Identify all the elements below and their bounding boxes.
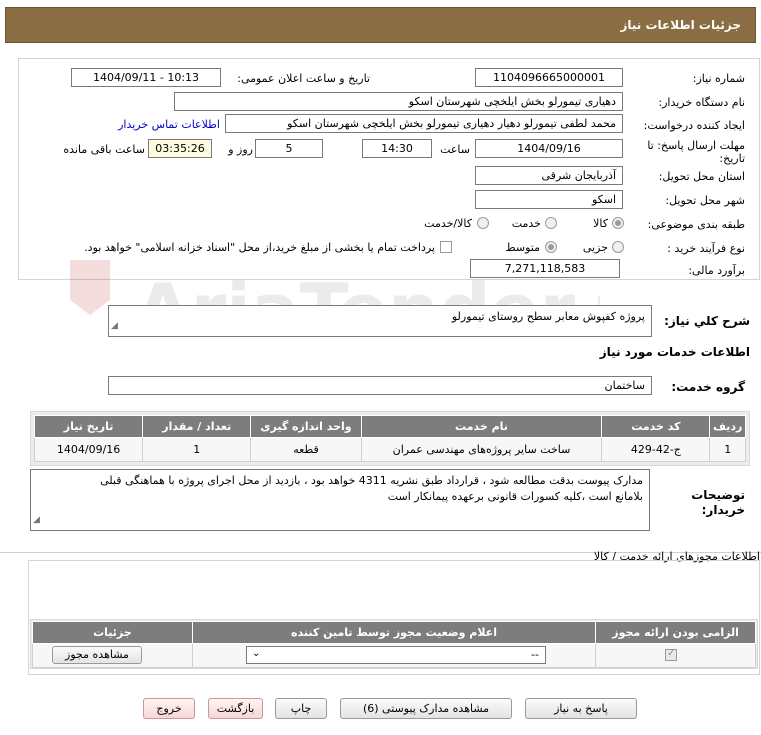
cell-name: ساخت سایر پروژه‌های مهندسی عمران: [360, 437, 603, 462]
estimate-field: 7,271,118,583: [470, 259, 620, 278]
reply-button[interactable]: پاسخ به نیاز: [525, 698, 637, 719]
cell-row: 1: [709, 437, 746, 462]
process-medium-label: متوسط: [505, 241, 540, 254]
process-label: نوع فرآیند خرید :: [667, 242, 745, 255]
buyer-notes-label-2: خریدار:: [701, 503, 745, 517]
resize-grip-icon[interactable]: ◢: [33, 512, 40, 528]
deadline-time-field: 14:30: [362, 139, 432, 158]
col-code-header: کد خدمت: [601, 415, 711, 438]
deadline-time-label: ساعت: [440, 143, 470, 156]
announce-date-field: 1404/09/11 - 10:13: [71, 68, 221, 87]
need-number-label: شماره نیاز:: [692, 72, 745, 85]
cell-date: 1404/09/16: [33, 437, 144, 462]
print-button[interactable]: چاپ: [275, 698, 327, 719]
col-name-header: نام خدمت: [360, 415, 603, 438]
col-date-header: تاریخ نیاز: [33, 415, 144, 438]
summary-textarea: پروژه کفپوش معابر سطح روستای تیمورلو ◢: [108, 305, 652, 337]
cell-unit: قطعه: [250, 437, 362, 462]
col-row-header: ردیف: [709, 415, 746, 438]
treasury-payment-note: پرداخت تمام یا بخشی از مبلغ خرید،از محل …: [84, 241, 435, 254]
chevron-down-icon: ⌄: [252, 648, 261, 659]
permit-required-checkbox: [665, 648, 677, 661]
process-minor-label: جزیی: [582, 241, 608, 254]
buyer-org-field: دهیاری تیمورلو بخش ایلخچی شهرستان اسکو: [174, 92, 623, 111]
category-both-label: کالا/خدمت: [424, 217, 472, 230]
deadline-label: مهلت ارسال پاسخ: تا: [647, 139, 745, 152]
services-table-header: ردیف کد خدمت نام خدمت واحد اندازه گیری ت…: [33, 415, 746, 438]
announce-date-label: تاریخ و ساعت اعلان عمومی:: [237, 72, 370, 85]
treasury-payment-checkbox[interactable]: [440, 241, 452, 253]
deadline-date-field: 1404/09/16: [475, 139, 623, 158]
buyer-notes-label-1: توضیحات: [691, 488, 745, 502]
summary-label: شرح کلي نياز:: [664, 314, 750, 328]
process-minor-radio[interactable]: [612, 241, 624, 253]
province-field: آذربایجان شرقی: [475, 166, 623, 185]
buyer-notes-line-1: مدارک پیوست بدقت مطالعه شود ، قرارداد طب…: [100, 474, 643, 487]
permit-status-select[interactable]: -- ⌄: [246, 646, 546, 664]
category-both-radio[interactable]: [477, 217, 489, 229]
back-button[interactable]: بازگشت: [208, 698, 263, 719]
service-group-label: گروه خدمت:: [671, 380, 745, 394]
services-table: ردیف کد خدمت نام خدمت واحد اندازه گیری ت…: [33, 415, 746, 462]
services-section-title: اطلاعات خدمات مورد نیاز: [599, 345, 750, 359]
category-goods-label: کالا: [593, 217, 608, 230]
summary-text: پروژه کفپوش معابر سطح روستای تیمورلو: [451, 310, 645, 323]
col-quantity-header: تعداد / مقدار: [142, 415, 252, 438]
category-service-radio[interactable]: [545, 217, 557, 229]
category-goods-radio[interactable]: [612, 217, 624, 229]
need-number-field: 1104096665000001: [475, 68, 623, 87]
remaining-time-label: ساعت باقی مانده: [63, 143, 145, 156]
deadline-date-label: تاریخ:: [719, 152, 745, 165]
table-row: 1 ج-42-429 ساخت سایر پروژه‌های مهندسی عم…: [33, 437, 746, 462]
process-medium-radio[interactable]: [545, 241, 557, 253]
buyer-notes-textarea: مدارک پیوست بدقت مطالعه شود ، قرارداد طب…: [30, 469, 650, 531]
permit-status-value: --: [531, 648, 539, 661]
page-title: جزئیات اطلاعات نیاز: [620, 18, 741, 32]
col-permit-required-header: الزامی بودن ارائه مجوز: [595, 621, 756, 644]
permits-table-header: الزامی بودن ارائه مجوز اعلام وضعیت مجوز …: [32, 621, 756, 644]
creator-field: محمد لطفی تیمورلو دهیار دهیاری تیمورلو ب…: [225, 114, 623, 133]
exit-button[interactable]: خروج: [143, 698, 195, 719]
estimate-label: برآورد مالی:: [688, 264, 745, 277]
category-label: طبقه بندی موضوعی:: [647, 218, 745, 231]
buyer-contact-link[interactable]: اطلاعات تماس خریدار: [100, 118, 220, 131]
resize-grip-icon[interactable]: ◢: [111, 318, 118, 334]
col-unit-header: واحد اندازه گیری: [250, 415, 362, 438]
city-field: اسکو: [475, 190, 623, 209]
view-permit-button[interactable]: مشاهده مجوز: [52, 646, 142, 664]
buyer-org-label: نام دستگاه خریدار:: [658, 96, 745, 109]
buyer-notes-line-2: بلامانع است ،کلیه کسورات قانونی برعهده پ…: [387, 490, 643, 503]
remaining-time-field: 03:35:26: [148, 139, 212, 158]
cell-code: ج-42-429: [601, 437, 711, 462]
service-group-field: ساختمان: [108, 376, 652, 395]
creator-label: ایجاد کننده درخواست:: [643, 119, 745, 132]
col-permit-status-header: اعلام وضعیت مجوز توسط تامین کننده: [191, 621, 597, 644]
province-label: استان محل تحویل:: [658, 170, 745, 183]
city-label: شهر محل تحویل:: [665, 194, 745, 207]
category-service-label: خدمت: [511, 217, 541, 230]
page-header: جزئیات اطلاعات نیاز: [5, 7, 756, 43]
cell-quantity: 1: [142, 437, 252, 462]
days-label: روز و: [228, 143, 253, 156]
days-remaining-field: 5: [255, 139, 323, 158]
col-permit-details-header: جزئیات: [32, 621, 193, 644]
view-attachments-button[interactable]: مشاهده مدارک پیوستی (6): [340, 698, 512, 719]
